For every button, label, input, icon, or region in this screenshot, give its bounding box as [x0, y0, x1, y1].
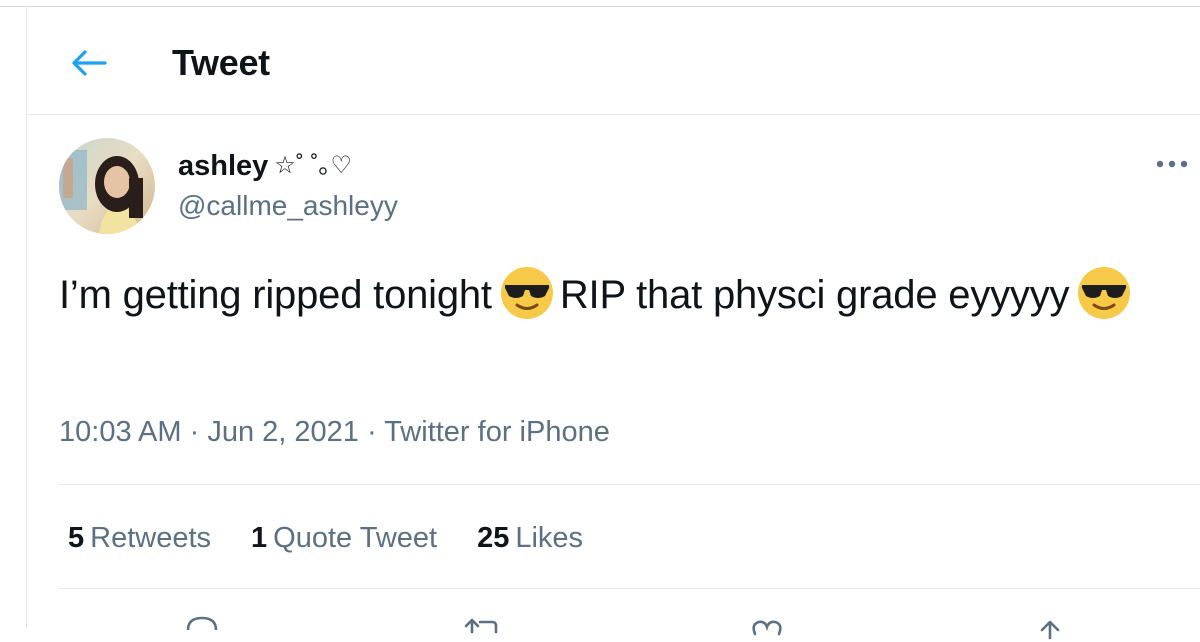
reply-button[interactable] — [180, 612, 224, 642]
retweet-button[interactable] — [460, 612, 504, 642]
back-button[interactable] — [58, 40, 120, 86]
likes-stat[interactable]: 25 Likes — [477, 518, 583, 558]
stats-bottom-divider — [59, 588, 1200, 589]
avatar-photo — [59, 138, 155, 234]
stats-top-divider — [59, 484, 1200, 485]
meta-separator: · — [366, 416, 377, 448]
display-name-text: ashley — [178, 150, 269, 182]
share-button[interactable] — [1028, 612, 1072, 642]
tweet-time[interactable]: 10:03 AM — [59, 416, 182, 448]
tweet-stats: 5 Retweets 1 Quote Tweet 25 Likes — [68, 518, 623, 558]
author-display-name[interactable]: ashley ☆˚ ˚｡♡ — [178, 147, 352, 185]
tweet-source[interactable]: Twitter for iPhone — [384, 416, 610, 448]
retweet-icon — [464, 618, 498, 634]
like-icon — [752, 620, 782, 636]
arrow-left-icon — [72, 50, 107, 76]
tweet-date[interactable]: Jun 2, 2021 — [207, 416, 359, 448]
like-button[interactable] — [745, 612, 789, 642]
page-title: Tweet — [172, 42, 270, 83]
more-icon — [1156, 160, 1188, 168]
likes-label: Likes — [515, 522, 584, 554]
tweet-text: I’m getting ripped tonight RIP that phys… — [59, 266, 1159, 323]
share-icon — [1040, 620, 1060, 640]
tweet-meta: 10:03 AM · Jun 2, 2021 · Twitter for iPh… — [59, 412, 610, 452]
tweet-text-part-1: I’m getting ripped tonight — [59, 273, 492, 317]
more-options-button[interactable] — [1150, 146, 1194, 182]
quote-tweets-label: Quote Tweet — [273, 522, 438, 554]
quote-tweets-stat[interactable]: 1 Quote Tweet — [251, 518, 437, 558]
column-left-border — [26, 6, 27, 628]
avatar[interactable] — [59, 138, 155, 234]
quote-tweets-count: 1 — [251, 522, 268, 554]
retweets-count: 5 — [68, 522, 85, 554]
likes-count: 25 — [477, 522, 510, 554]
sunglasses-emoji-icon — [500, 267, 553, 319]
header-divider — [26, 114, 1200, 115]
sunglasses-emoji-icon — [1078, 267, 1131, 319]
name-decoration: ☆˚ ˚｡♡ — [274, 152, 352, 179]
retweets-stat[interactable]: 5 Retweets — [68, 518, 211, 558]
tweet-text-part-2: RIP that physci grade eyyyyy — [559, 273, 1070, 317]
author-handle[interactable]: @callme_ashleyy — [178, 188, 398, 224]
top-divider — [0, 6, 1200, 7]
reply-icon — [186, 616, 218, 631]
retweets-label: Retweets — [90, 522, 212, 554]
meta-separator: · — [189, 416, 200, 448]
